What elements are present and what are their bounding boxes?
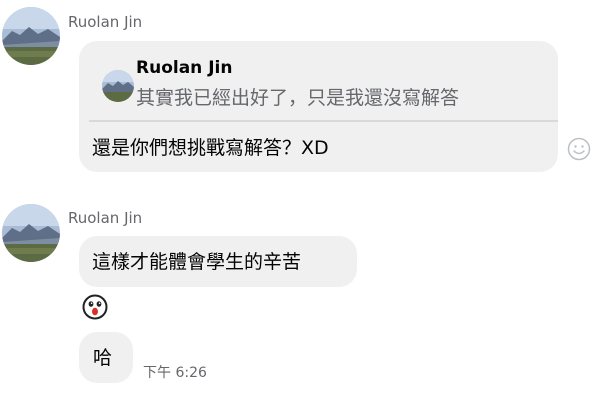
chat-thread: Ruolan Jin Ruolan Jin 其實我已經出好了，只是我還沒寫解答 … [0,0,606,405]
quoted-sender-name: Ruolan Jin [136,58,233,78]
message-bubble[interactable]: 哈 [79,332,133,383]
message-text: 哈 [93,347,113,369]
landscape-avatar-image [102,70,134,102]
shocked-face-sticker[interactable] [82,294,108,320]
reply-divider [89,120,558,122]
quoted-sender-avatar [102,70,134,102]
message-text: 還是你們想挑戰寫解答？XD [92,137,329,159]
sender-name: Ruolan Jin [68,13,143,31]
quoted-message-text: 其實我已經出好了，只是我還沒寫解答 [136,87,460,109]
landscape-avatar-image [2,204,60,262]
landscape-avatar-image [2,7,60,65]
message-bubble[interactable]: 這樣才能體會學生的辛苦 [79,236,357,287]
message-timestamp: 下午 6:26 [143,365,207,381]
message-text: 這樣才能體會學生的辛苦 [92,251,302,273]
reply-message-bubble[interactable]: Ruolan Jin 其實我已經出好了，只是我還沒寫解答 還是你們想挑戰寫解答？… [79,41,558,172]
sender-avatar[interactable] [2,7,60,65]
smiley-icon[interactable] [567,137,591,161]
sender-avatar[interactable] [2,204,60,262]
sender-name: Ruolan Jin [68,209,143,227]
quoted-message[interactable]: Ruolan Jin 其實我已經出好了，只是我還沒寫解答 [89,50,558,120]
